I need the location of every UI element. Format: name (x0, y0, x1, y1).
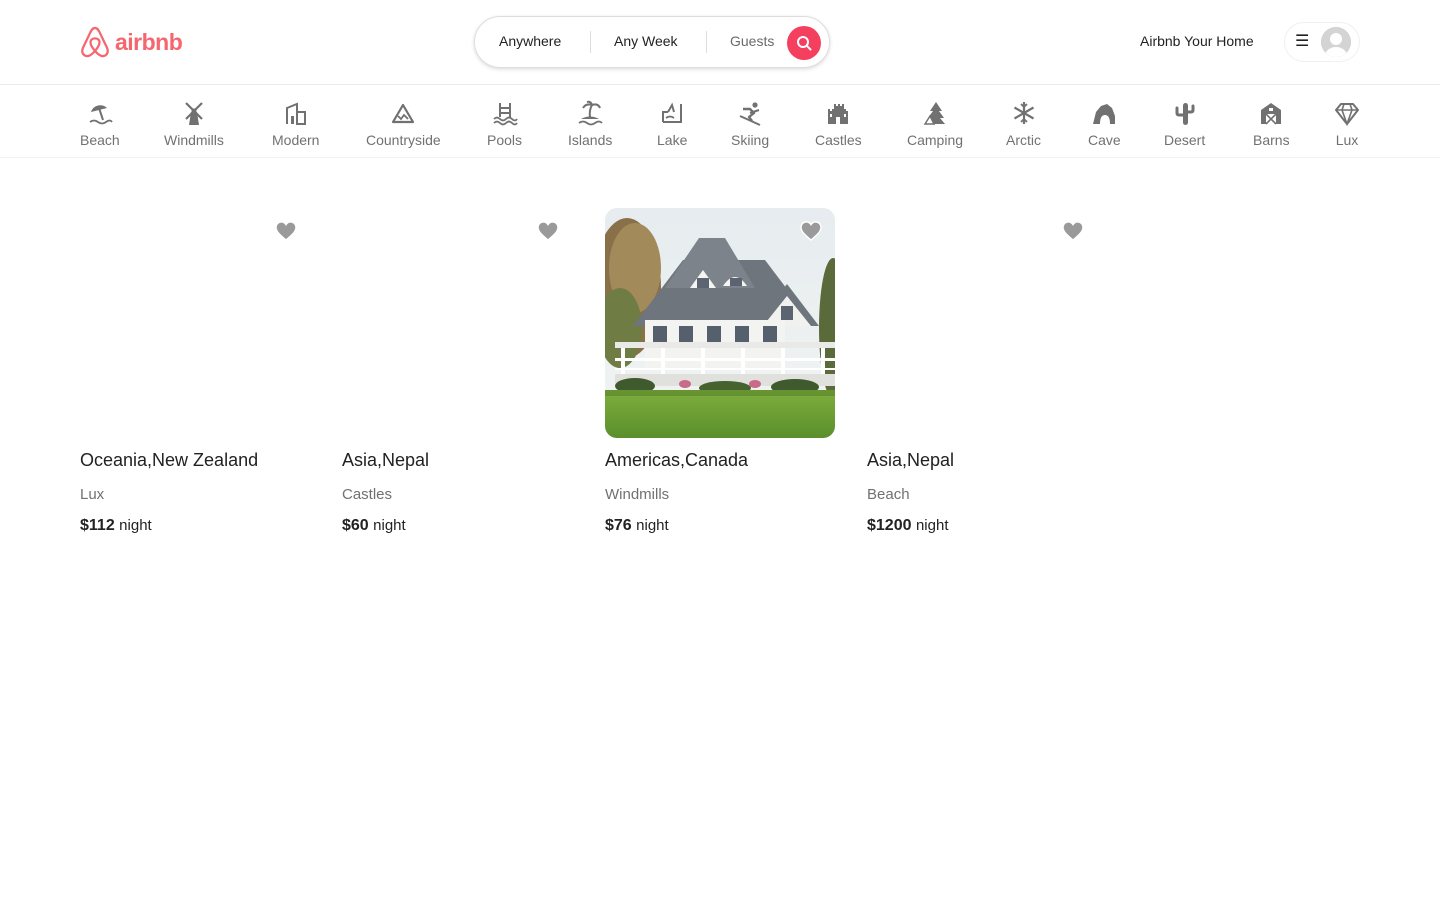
listing-image[interactable] (342, 208, 572, 438)
listing-category: Windmills (605, 486, 670, 503)
price-amount: $1200 (867, 517, 912, 534)
category-label: Arctic (1006, 132, 1041, 148)
house-photo (605, 208, 835, 438)
brand-name: airbnb (115, 28, 183, 55)
windmill-icon (185, 102, 203, 125)
price-amount: $60 (342, 517, 369, 534)
listing-category: Lux (80, 486, 105, 503)
category-islands[interactable]: Islands (568, 100, 612, 154)
search-divider (590, 31, 591, 53)
category-windmills[interactable]: Windmills (164, 100, 224, 154)
category-lake[interactable]: Lake (657, 100, 687, 154)
listing-location: Asia,Nepal (342, 450, 430, 470)
pool-icon (492, 103, 518, 126)
category-camping[interactable]: Camping (907, 100, 963, 154)
listing-price: $112 night (80, 517, 152, 535)
listing-category: Castles (342, 486, 393, 503)
island-icon (578, 100, 603, 126)
camping-icon (923, 102, 946, 125)
airbnb-logo-icon (81, 26, 109, 58)
category-countryside[interactable]: Countryside (366, 100, 441, 154)
category-label: Barns (1253, 132, 1290, 148)
listing-card[interactable]: Asia,Nepal Castles $60 night (342, 208, 572, 534)
listing-location: Oceania,New Zealand (80, 450, 259, 470)
snowflake-icon (1013, 102, 1034, 124)
price-amount: $112 (80, 517, 115, 534)
category-label: Beach (80, 132, 120, 148)
listing-card[interactable]: Asia,Nepal Beach $1200 night (867, 208, 1097, 534)
user-avatar-icon (1321, 27, 1351, 57)
search-guests[interactable]: Guests (730, 33, 774, 49)
category-bar: Beach Windmills Modern Countryside Pools… (0, 85, 1440, 158)
diamond-icon (1335, 103, 1359, 126)
category-beach[interactable]: Beach (80, 100, 120, 154)
category-modern[interactable]: Modern (272, 100, 319, 154)
search-divider (706, 31, 707, 53)
category-label: Cave (1088, 132, 1121, 148)
listing-category: Beach (867, 486, 910, 503)
heart-icon[interactable] (275, 221, 297, 241)
hamburger-menu-icon: ☰ (1295, 33, 1310, 50)
listing-location: Americas,Canada (605, 450, 749, 470)
search-dates[interactable]: Any Week (614, 33, 678, 49)
listing-image[interactable] (605, 208, 835, 438)
category-label: Castles (815, 132, 862, 148)
category-pools[interactable]: Pools (487, 100, 522, 154)
category-label: Countryside (366, 132, 441, 148)
listing-image[interactable] (80, 208, 310, 438)
category-lux[interactable]: Lux (1334, 100, 1360, 154)
listing-price: $60 night (342, 517, 406, 535)
cactus-icon (1175, 103, 1195, 125)
user-menu-button[interactable]: ☰ (1284, 22, 1360, 62)
price-amount: $76 (605, 517, 632, 534)
airbnb-logo[interactable]: airbnb (80, 25, 183, 59)
heart-icon[interactable] (1062, 221, 1084, 241)
listing-image[interactable] (867, 208, 1097, 438)
category-label: Lux (1335, 132, 1359, 148)
search-icon (797, 36, 812, 51)
category-label: Lake (657, 132, 688, 148)
category-label: Skiing (731, 132, 770, 148)
lake-icon (662, 102, 683, 123)
search-location[interactable]: Anywhere (499, 33, 561, 49)
category-label: Windmills (164, 132, 224, 148)
price-unit: night (373, 517, 406, 534)
price-unit: night (636, 517, 669, 534)
listing-price: $76 night (605, 517, 669, 535)
search-button[interactable] (787, 26, 821, 60)
category-arctic[interactable]: Arctic (1006, 100, 1041, 154)
category-cave[interactable]: Cave (1088, 100, 1121, 154)
skiing-icon (739, 102, 761, 126)
category-desert[interactable]: Desert (1164, 100, 1205, 154)
airbnb-your-home-link[interactable]: Airbnb Your Home (1140, 33, 1254, 49)
listing-card[interactable]: Oceania,New Zealand Lux $112 night (80, 208, 310, 534)
avatar (1321, 27, 1351, 57)
price-unit: night (119, 517, 152, 534)
category-skiing[interactable]: Skiing (731, 100, 769, 154)
cave-icon (1093, 104, 1116, 124)
top-navbar: airbnb Anywhere Any Week Guests Airbnb Y… (0, 0, 1440, 85)
listing-card[interactable]: Americas,Canada Windmills $76 night (605, 208, 835, 534)
category-castles[interactable]: Castles (815, 100, 862, 154)
category-label: Desert (1164, 132, 1206, 148)
beach-umbrella-icon (89, 105, 113, 125)
heart-icon[interactable] (800, 221, 822, 241)
listing-price: $1200 night (867, 517, 948, 535)
barn-icon (1261, 103, 1282, 125)
price-unit: night (915, 517, 949, 534)
category-label: Islands (568, 132, 613, 148)
listing-location: Asia,Nepal (867, 450, 955, 470)
category-label: Camping (907, 132, 964, 148)
category-barns[interactable]: Barns (1253, 100, 1290, 154)
category-label: Modern (272, 132, 320, 148)
category-label: Pools (487, 132, 523, 148)
search-bar[interactable]: Anywhere Any Week Guests (474, 16, 830, 68)
modern-building-icon (285, 102, 306, 125)
castle-icon (828, 104, 849, 124)
mountain-icon (392, 103, 415, 124)
heart-icon[interactable] (537, 221, 559, 241)
